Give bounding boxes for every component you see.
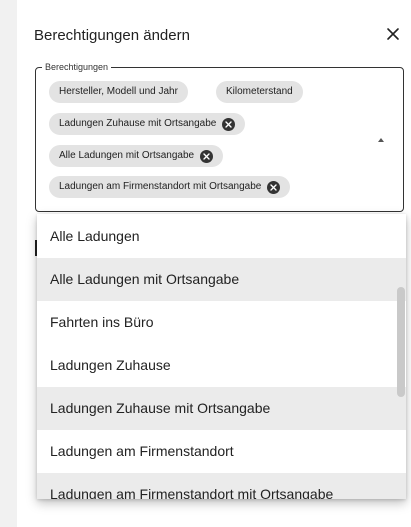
menu-item-home-charging[interactable]: Ladungen Zuhause — [37, 344, 406, 387]
chip-remove-button[interactable] — [267, 180, 281, 194]
chip-label: Ladungen am Firmenstandort mit Ortsangab… — [59, 181, 262, 192]
close-button[interactable] — [381, 22, 405, 46]
dialog-title: Berechtigungen ändern — [34, 27, 190, 44]
menu-item-company-charging[interactable]: Ladungen am Firmenstandort — [37, 430, 406, 473]
remove-icon — [270, 183, 278, 191]
chip-label: Ladungen Zuhause mit Ortsangabe — [59, 118, 217, 129]
permissions-select[interactable]: Berechtigungen Hersteller, Modell und Ja… — [35, 61, 404, 212]
chip-label: Alle Ladungen mit Ortsangabe — [59, 150, 195, 161]
menu-item-office-trips[interactable]: Fahrten ins Büro — [37, 301, 406, 344]
chip-label: Kilometerstand — [226, 86, 293, 97]
chip-all-charging-location: Alle Ladungen mit Ortsangabe — [49, 145, 224, 167]
chip-company-charging-location: Ladungen am Firmenstandort mit Ortsangab… — [49, 176, 291, 198]
remove-icon — [225, 120, 233, 128]
chip-label: Hersteller, Modell und Jahr — [59, 86, 178, 97]
chevron-up-icon[interactable] — [378, 138, 384, 142]
chip-remove-button[interactable] — [222, 117, 236, 131]
chip-home-charging-location: Ladungen Zuhause mit Ortsangabe — [49, 113, 246, 135]
menu-item-company-charging-location[interactable]: Ladungen am Firmenstandort mit Ortsangab… — [37, 473, 406, 499]
close-icon — [387, 28, 399, 40]
menu-item-all-charging-location[interactable]: Alle Ladungen mit Ortsangabe — [37, 258, 406, 301]
chip-manufacturer: Hersteller, Modell und Jahr — [49, 81, 188, 103]
menu-item-home-charging-location[interactable]: Ladungen Zuhause mit Ortsangabe — [37, 387, 406, 430]
menu-scrollbar[interactable] — [397, 287, 405, 397]
remove-icon — [203, 152, 210, 160]
permissions-dropdown-menu[interactable]: Alle Ladungen Alle Ladungen mit Ortsanga… — [37, 214, 406, 499]
menu-item-all-charging[interactable]: Alle Ladungen — [37, 214, 406, 258]
chip-mileage: Kilometerstand — [216, 81, 303, 103]
chip-remove-button[interactable] — [200, 149, 214, 163]
permissions-legend: Berechtigungen — [42, 61, 112, 73]
